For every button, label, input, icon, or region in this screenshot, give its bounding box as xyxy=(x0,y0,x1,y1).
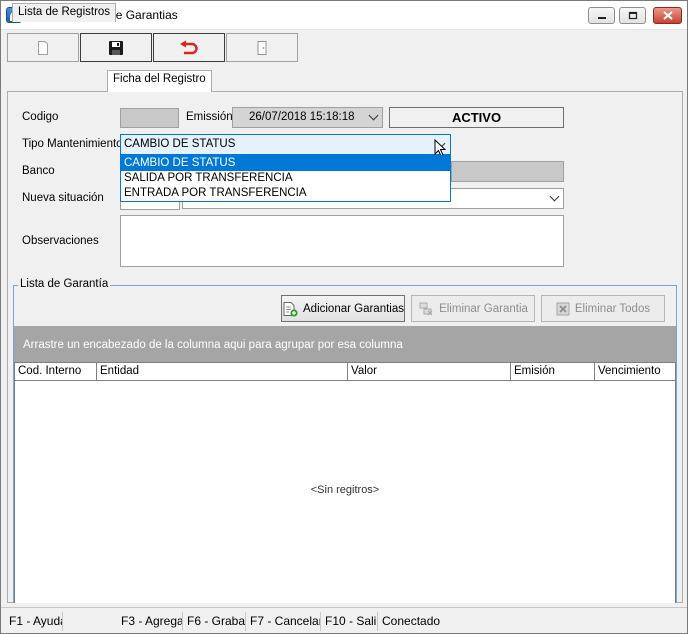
status-f1: F1 - Ayuda xyxy=(6,612,63,631)
status-f6: F6 - Grabar xyxy=(184,612,246,631)
door-exit-icon xyxy=(257,40,267,55)
tipo-mantenimiento-select[interactable]: CAMBIO DE STATUS xyxy=(120,134,451,157)
tipo-mantenimiento-dropdown: CAMBIO DE STATUS SALIDA POR TRANSFERENCI… xyxy=(120,155,451,202)
undo-arrow-icon xyxy=(180,40,198,54)
status-badge: ACTIVO xyxy=(389,107,564,128)
chevron-down-icon[interactable] xyxy=(547,190,561,206)
dropdown-option[interactable]: SALIDA POR TRANSFERENCIA xyxy=(121,171,450,186)
status-connection: Conectado xyxy=(382,614,441,628)
exit-button[interactable] xyxy=(226,33,298,62)
status-f3: F3 - Agregar xyxy=(118,612,183,631)
minimize-button[interactable] xyxy=(588,7,615,24)
maximize-icon xyxy=(628,11,637,20)
codigo-label: Codigo xyxy=(22,111,59,123)
toolbar xyxy=(7,33,298,63)
observaciones-label: Observaciones xyxy=(22,235,99,247)
chevron-down-icon[interactable] xyxy=(366,109,380,125)
status-bar: F1 - Ayuda F3 - Agregar F6 - Grabar F7 -… xyxy=(1,607,687,633)
eliminar-todos-button[interactable]: Eliminar Todos xyxy=(541,295,665,322)
main-window: Mantenimiento de Garantias xyxy=(0,0,688,634)
emision-date-picker[interactable]: 26/07/2018 15:18:18 xyxy=(232,107,383,128)
grid-body[interactable]: <Sin regitros> xyxy=(14,381,676,603)
tipo-mantenimiento-value: CAMBIO DE STATUS xyxy=(124,138,236,150)
banco-description-field xyxy=(451,161,564,182)
adicionar-garantias-label: Adicionar Garantias xyxy=(303,302,404,315)
status-f7: F7 - Cancelar xyxy=(247,612,321,631)
eliminar-garantia-button[interactable]: Eliminar Garantia xyxy=(411,295,535,322)
maximize-button[interactable] xyxy=(619,7,646,24)
group-by-hint: Arrastre un encabezado de la columna aqu… xyxy=(23,339,403,351)
tab-lista-registros[interactable]: Lista de Registros xyxy=(12,3,117,22)
column-header-cod-interno[interactable]: Cod. Interno xyxy=(15,363,97,380)
eliminar-todos-label: Eliminar Todos xyxy=(574,302,651,315)
column-header-vencimiento[interactable]: Vencimiento xyxy=(595,363,675,380)
adicionar-garantias-button[interactable]: Adicionar Garantias xyxy=(281,295,405,322)
group-by-panel[interactable]: Arrastre un encabezado de la columna aqu… xyxy=(14,326,676,362)
nueva-situacion-label: Nueva situación xyxy=(22,192,104,204)
save-button[interactable] xyxy=(80,33,152,62)
observaciones-textarea[interactable] xyxy=(120,215,564,267)
undo-button[interactable] xyxy=(153,33,225,62)
delete-all-icon xyxy=(556,302,570,315)
banco-label: Banco xyxy=(22,165,55,177)
column-header-emision[interactable]: Emisión xyxy=(511,363,595,380)
lista-garantia-title: Lista de Garantía xyxy=(18,278,111,290)
new-button[interactable] xyxy=(7,33,79,62)
status-f10: F10 - Salir xyxy=(322,612,378,631)
dropdown-option[interactable]: ENTRADA POR TRANSFERENCIA xyxy=(121,186,450,201)
close-icon xyxy=(662,11,673,20)
dropdown-option[interactable]: CAMBIO DE STATUS xyxy=(121,156,450,171)
emision-date-value: 26/07/2018 15:18:18 xyxy=(249,111,355,123)
empty-grid-message: <Sin regitros> xyxy=(310,484,380,496)
column-header-valor[interactable]: Valor xyxy=(348,363,511,380)
new-document-icon xyxy=(38,40,48,55)
add-document-icon xyxy=(283,301,298,317)
remove-document-icon xyxy=(419,302,433,315)
emision-label: Emissión xyxy=(186,111,233,123)
codigo-field[interactable] xyxy=(120,108,179,128)
column-header-entidad[interactable]: Entidad xyxy=(97,363,348,380)
tab-ficha-registro[interactable]: Ficha del Registro xyxy=(107,70,212,92)
tipo-mantenimiento-label: Tipo Mantenimiento xyxy=(22,138,123,150)
nueva-situacion-code-field[interactable] xyxy=(120,202,180,210)
eliminar-garantia-label: Eliminar Garantia xyxy=(439,302,528,315)
close-button[interactable] xyxy=(653,7,682,24)
save-disk-icon xyxy=(109,40,123,55)
grid-header: Cod. Interno Entidad Valor Emisión Venci… xyxy=(14,362,676,381)
minimize-icon xyxy=(597,16,606,19)
